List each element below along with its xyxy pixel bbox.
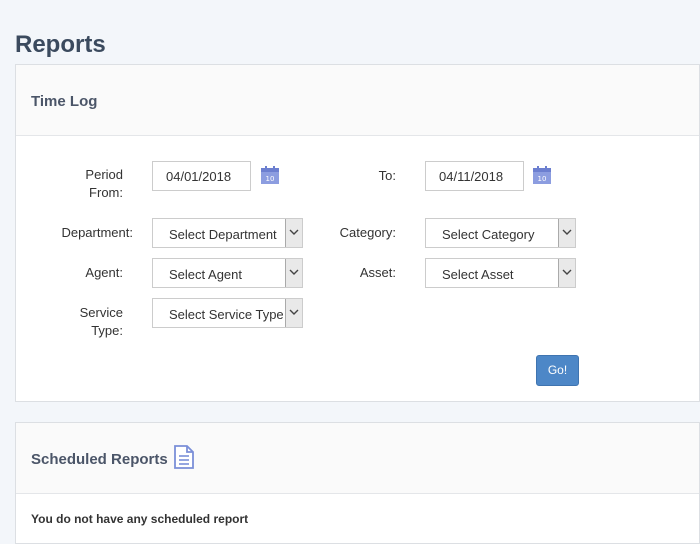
chevron-down-icon[interactable]	[285, 259, 302, 287]
to-date-input[interactable]: 04/11/2018	[425, 161, 524, 191]
go-button[interactable]: Go!	[536, 355, 579, 386]
asset-label: Asset:	[359, 265, 396, 280]
service-type-select[interactable]: Select Service Type	[152, 298, 303, 328]
department-label: Department:	[61, 225, 133, 240]
chevron-down-icon[interactable]	[285, 219, 302, 247]
calendar-to-icon[interactable]: 10	[532, 165, 552, 185]
agent-select[interactable]: Select Agent	[152, 258, 303, 288]
service-type-label: Service Type:	[79, 305, 123, 338]
period-from-label: Period From:	[85, 167, 123, 200]
scheduled-reports-header: Scheduled Reports	[16, 423, 699, 494]
empty-scheduled-message: You do not have any scheduled report	[31, 512, 249, 526]
agent-label: Agent:	[85, 265, 123, 280]
period-from-input[interactable]: 04/01/2018	[152, 161, 251, 191]
asset-select[interactable]: Select Asset	[425, 258, 576, 288]
scheduled-reports-panel: Scheduled Reports You do not have any sc…	[15, 422, 700, 544]
category-label: Category:	[339, 225, 396, 240]
page-title: Reports	[15, 31, 106, 58]
category-select[interactable]: Select Category	[425, 218, 576, 248]
time-log-header: Time Log	[16, 65, 699, 136]
scheduled-reports-title: Scheduled Reports	[31, 451, 168, 468]
svg-text:10: 10	[538, 175, 547, 183]
department-select[interactable]: Select Department	[152, 218, 303, 248]
time-log-title: Time Log	[31, 93, 98, 110]
chevron-down-icon[interactable]	[558, 259, 575, 287]
chevron-down-icon[interactable]	[285, 299, 302, 327]
document-icon[interactable]	[173, 445, 195, 469]
time-log-panel: Time Log Period From: 04/01/2018 10 To: …	[15, 64, 700, 402]
chevron-down-icon[interactable]	[558, 219, 575, 247]
calendar-from-icon[interactable]: 10	[260, 165, 280, 185]
to-label: To:	[378, 168, 396, 183]
svg-text:10: 10	[266, 175, 275, 183]
